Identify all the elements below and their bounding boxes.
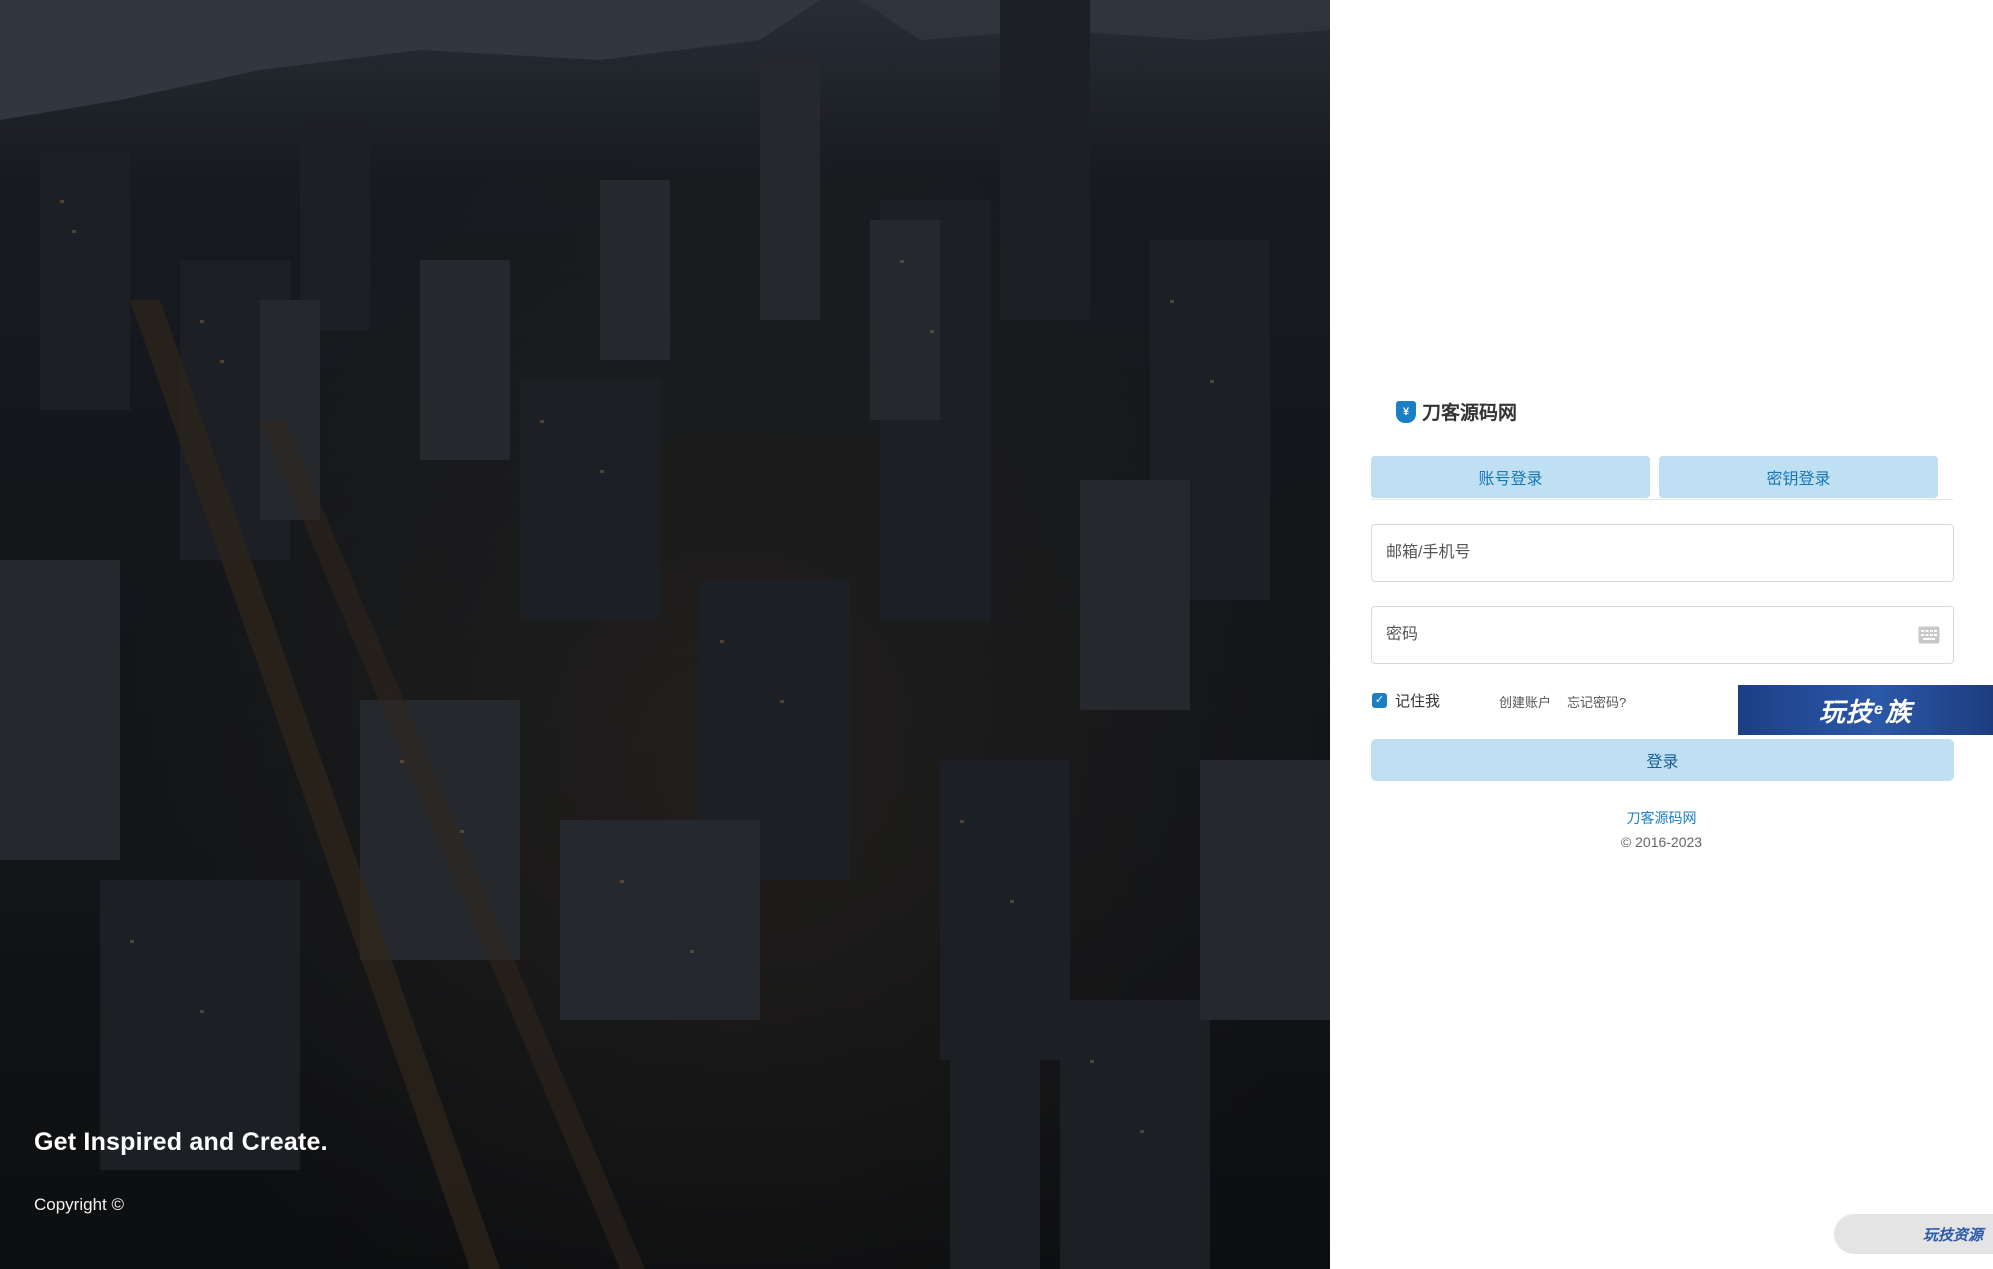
login-button[interactable]: 登录: [1371, 739, 1954, 781]
brand-header: ¥ 刀客源码网: [1396, 398, 1517, 425]
login-tabs: 账号登录 密钥登录: [1371, 456, 1953, 500]
brand-shield-icon: ¥: [1396, 400, 1416, 423]
promo-banner-text-e: e: [1874, 701, 1884, 718]
keyboard-icon[interactable]: [1918, 626, 1940, 644]
create-account-link[interactable]: 创建账户: [1499, 692, 1551, 711]
password-input[interactable]: [1372, 607, 1953, 663]
tab-account-login[interactable]: 账号登录: [1371, 456, 1650, 498]
hero-image-panel: Get Inspired and Create. Copyright ©: [0, 0, 1330, 1269]
tab-key-login[interactable]: 密钥登录: [1659, 456, 1938, 498]
promo-banner-text-left: 玩技: [1819, 696, 1874, 727]
login-panel: ¥ 刀客源码网 账号登录 密钥登录 ✓ 记住我 创建账户 忘记密码? 玩技e族 …: [1330, 0, 1993, 1269]
email-input[interactable]: [1372, 525, 1953, 581]
hero-tagline: Get Inspired and Create.: [34, 1128, 328, 1156]
password-field: [1371, 606, 1954, 664]
promo-banner-text-right: 族: [1884, 696, 1912, 727]
corner-promo-badge[interactable]: 玩技资源: [1834, 1214, 1993, 1254]
remember-me-checkbox[interactable]: ✓ 记住我: [1372, 690, 1440, 711]
footer-site-link: 刀客源码网: [1330, 808, 1993, 828]
footer-site-anchor[interactable]: 刀客源码网: [1627, 810, 1697, 826]
email-field: [1371, 524, 1954, 582]
checkbox-check-icon[interactable]: ✓: [1372, 693, 1387, 708]
brand-name: 刀客源码网: [1422, 403, 1518, 424]
remember-me-label: 记住我: [1395, 693, 1441, 710]
promo-banner[interactable]: 玩技 e 族: [1738, 685, 1993, 735]
forgot-password-link[interactable]: 忘记密码?: [1567, 692, 1626, 711]
hero-dark-overlay: [0, 0, 1330, 1269]
footer-copyright: © 2016-2023: [1620, 834, 1703, 850]
hero-copyright: Copyright ©: [34, 1195, 125, 1214]
